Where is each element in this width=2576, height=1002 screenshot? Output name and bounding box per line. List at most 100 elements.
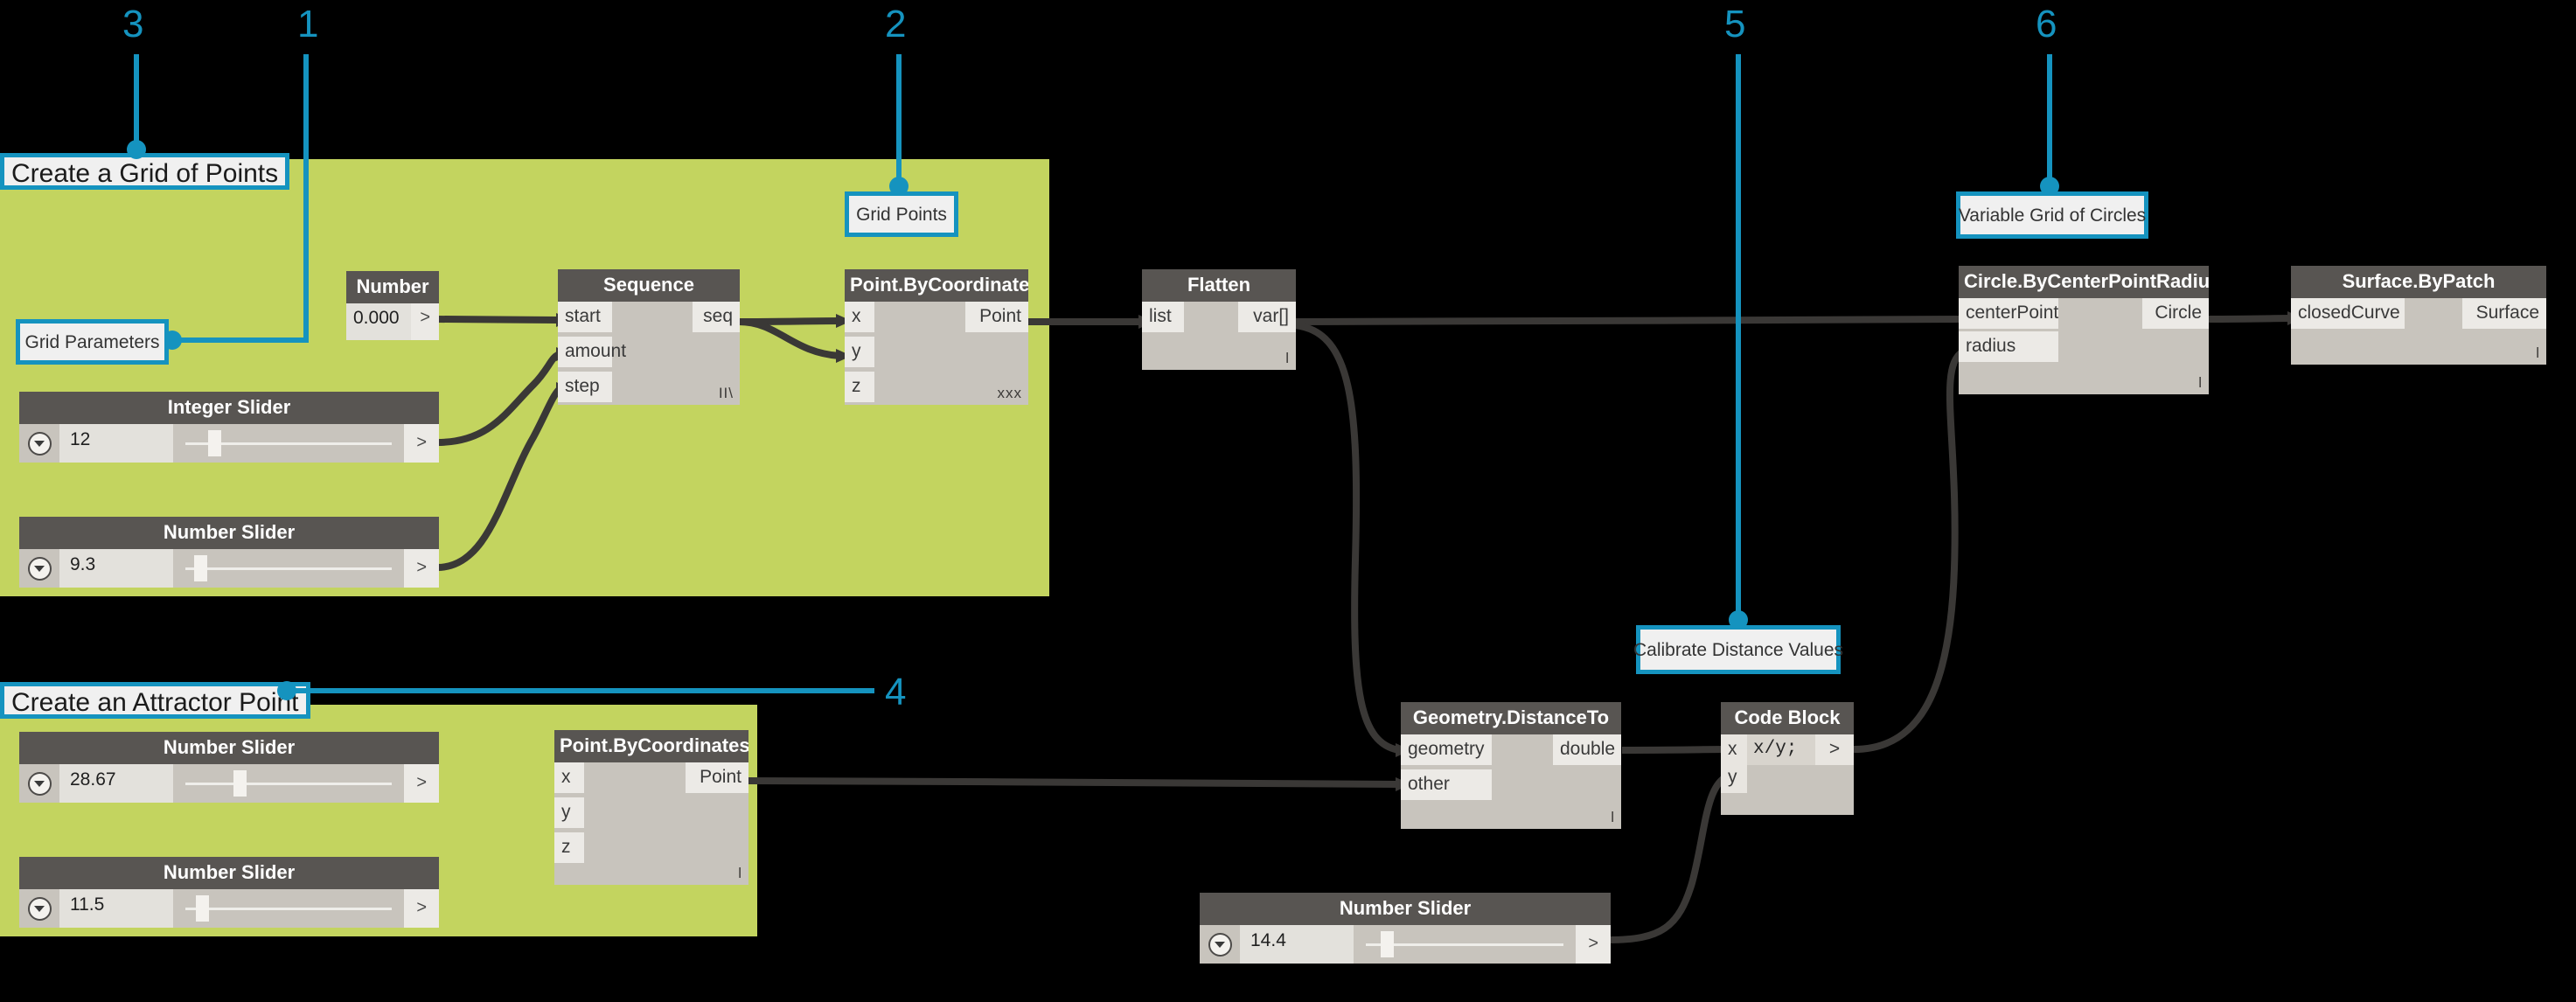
node-point-bycoordinates-grid[interactable]: Point.ByCoordinates x y z Point xxx (845, 269, 1028, 405)
node-number-slider-attractor-x[interactable]: Number Slider 28.67 > (19, 732, 439, 803)
node-number-slider-attractor-y[interactable]: Number Slider 11.5 > (19, 857, 439, 928)
node-geometry-distanceto[interactable]: Geometry.DistanceTo geometry other doubl… (1401, 702, 1621, 829)
callout-grid-points[interactable]: Grid Points (845, 191, 958, 237)
slider-rail (1366, 943, 1564, 946)
port-in-y[interactable]: y (845, 337, 874, 367)
node-number-slider-attractor-x-expand-button[interactable] (19, 764, 59, 803)
node-surface-bypatch-title: Surface.ByPatch (2291, 266, 2546, 298)
port-in-radius[interactable]: radius (1959, 331, 2058, 362)
node-point-bycoordinates-grid-lacing-icon: xxx (997, 385, 1022, 401)
node-point-bycoordinates-attractor[interactable]: Point.ByCoordinates x y z Point l (554, 730, 748, 885)
callout-calibrate-distance-values[interactable]: Calibrate Distance Values (1633, 625, 1843, 674)
callout-grid-parameters[interactable]: Grid Parameters (16, 319, 169, 365)
node-number-slider-grid-caret-icon[interactable]: > (404, 549, 439, 588)
slider-knob[interactable] (1380, 931, 1394, 957)
node-code-block[interactable]: Code Block x y x/y; > (1721, 702, 1854, 815)
node-code-block-title: Code Block (1721, 702, 1854, 734)
port-in-centerpoint[interactable]: centerPoint (1959, 298, 2058, 329)
port-in-start[interactable]: start (558, 302, 612, 332)
port-in-other[interactable]: other (1401, 769, 1492, 800)
node-number-slider-attractor-x-value[interactable]: 28.67 (59, 764, 173, 803)
leader-line-6 (2047, 54, 2052, 187)
node-integer-slider-track[interactable] (173, 424, 405, 463)
node-integer-slider-caret-icon[interactable]: > (404, 424, 439, 463)
node-code-block-code[interactable]: x/y; (1747, 734, 1815, 765)
port-out-point[interactable]: Point (686, 762, 748, 793)
slider-knob[interactable] (193, 555, 207, 581)
slider-rail (185, 783, 393, 785)
node-number-slider-attractor-x-caret-icon[interactable]: > (404, 764, 439, 803)
port-in-y[interactable]: y (1721, 762, 1747, 793)
slider-knob[interactable] (233, 770, 247, 797)
node-number-slider-attractor-y-track[interactable] (173, 889, 405, 928)
port-out-circle[interactable]: Circle (2142, 298, 2209, 329)
node-number-slider-divisor-track[interactable] (1354, 925, 1577, 964)
annotation-number-4: 4 (885, 671, 907, 713)
port-in-y[interactable]: y (554, 797, 584, 828)
node-number-slider-grid-expand-button[interactable] (19, 549, 59, 588)
node-number-slider-divisor-expand-button[interactable] (1200, 925, 1240, 964)
slider-knob[interactable] (196, 895, 210, 922)
leader-line-3 (134, 54, 139, 150)
node-integer-slider-value[interactable]: 12 (59, 424, 173, 463)
port-in-x[interactable]: x (554, 762, 584, 793)
node-number-slider-attractor-y-expand-button[interactable] (19, 889, 59, 928)
port-in-x[interactable]: x (845, 302, 874, 332)
callout-label: Grid Parameters (24, 331, 160, 352)
node-integer-slider-expand-button[interactable] (19, 424, 59, 463)
port-in-geometry[interactable]: geometry (1401, 734, 1492, 765)
port-in-list[interactable]: list (1142, 302, 1184, 332)
node-number-slider-divisor-title: Number Slider (1200, 893, 1611, 925)
node-circle-bycenterpointradius[interactable]: Circle.ByCenterPointRadius centerPoint r… (1959, 266, 2209, 394)
group-title-create-grid-of-points[interactable]: Create a Grid of Points (0, 153, 290, 190)
leader-dot-3 (127, 140, 146, 159)
port-in-amount[interactable]: amount (558, 337, 626, 367)
node-sequence[interactable]: Sequence start amount step seq II\ (558, 269, 740, 405)
group-title-label: Create an Attractor Point (11, 688, 299, 717)
node-integer-slider[interactable]: Integer Slider 12 > (19, 392, 439, 463)
node-flatten[interactable]: Flatten list var[] l (1142, 269, 1296, 370)
node-geometry-distanceto-lacing-icon: l (1611, 809, 1615, 825)
node-number-value[interactable]: 0.000 (346, 303, 412, 340)
port-in-x[interactable]: x (1721, 734, 1747, 765)
port-in-closedcurve[interactable]: closedCurve (2291, 298, 2405, 329)
chevron-down-icon (27, 431, 52, 456)
node-number-slider-grid-value[interactable]: 9.3 (59, 549, 173, 588)
node-number-slider-attractor-x-track[interactable] (173, 764, 405, 803)
leader-line-4 (280, 688, 874, 693)
port-out-seq[interactable]: seq (693, 302, 740, 332)
node-code-block-caret-icon[interactable]: > (1815, 734, 1854, 765)
port-out-surface[interactable]: Surface (2462, 298, 2546, 329)
leader-dot-4 (277, 681, 296, 700)
node-number-caret-icon[interactable]: > (411, 303, 439, 340)
slider-rail (185, 908, 393, 910)
callout-variable-grid-of-circles[interactable]: Variable Grid of Circles (1956, 191, 2148, 239)
node-sequence-title: Sequence (558, 269, 740, 302)
node-number-slider-attractor-y-caret-icon[interactable]: > (404, 889, 439, 928)
node-number-slider-divisor-value[interactable]: 14.4 (1240, 925, 1354, 964)
port-out-double[interactable]: double (1553, 734, 1621, 765)
node-number-slider-grid-track[interactable] (173, 549, 405, 588)
slider-knob[interactable] (207, 430, 221, 456)
port-in-z[interactable]: z (554, 832, 584, 863)
group-title-create-attractor-point[interactable]: Create an Attractor Point (0, 682, 310, 719)
node-point-bycoordinates-grid-title: Point.ByCoordinates (845, 269, 1028, 302)
node-point-bycoordinates-attractor-title: Point.ByCoordinates (554, 730, 748, 762)
node-flatten-lacing-icon: l (1285, 350, 1290, 366)
node-circle-bycenterpointradius-lacing-icon: l (2198, 374, 2203, 391)
annotation-number-5: 5 (1724, 3, 1746, 45)
node-circle-bycenterpointradius-title: Circle.ByCenterPointRadius (1959, 266, 2209, 298)
port-out-point[interactable]: Point (965, 302, 1028, 332)
node-number-slider-divisor[interactable]: Number Slider 14.4 > (1200, 893, 1611, 964)
port-in-step[interactable]: step (558, 372, 612, 402)
node-surface-bypatch-lacing-icon: l (2536, 344, 2540, 361)
port-in-z[interactable]: z (845, 372, 874, 402)
node-number-slider-attractor-y-value[interactable]: 11.5 (59, 889, 173, 928)
node-number-slider-divisor-caret-icon[interactable]: > (1576, 925, 1611, 964)
node-point-bycoordinates-attractor-lacing-icon: l (738, 865, 742, 881)
node-number-slider-grid[interactable]: Number Slider 9.3 > (19, 517, 439, 588)
node-surface-bypatch[interactable]: Surface.ByPatch closedCurve Surface l (2291, 266, 2546, 365)
leader-line-5 (1736, 54, 1741, 621)
node-number[interactable]: Number 0.000 > (346, 271, 439, 340)
port-out-var[interactable]: var[] (1238, 302, 1296, 332)
